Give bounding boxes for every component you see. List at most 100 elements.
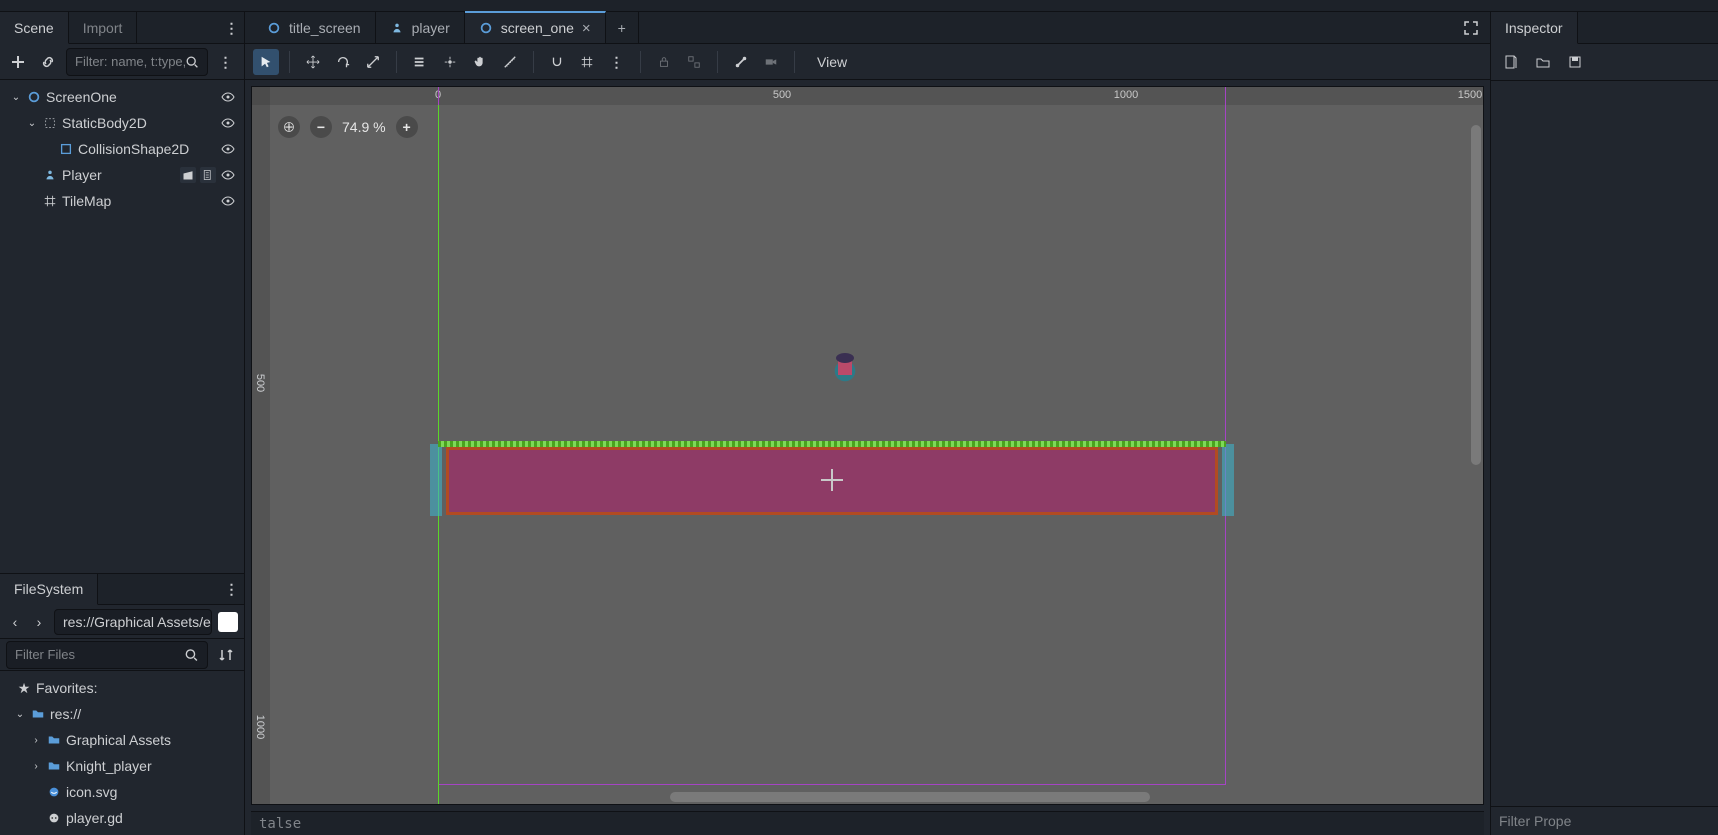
- zoom-controls: − 74.9 % +: [278, 113, 418, 141]
- fs-sort-button[interactable]: [214, 643, 238, 667]
- inspector-new-button[interactable]: [1499, 50, 1523, 74]
- filesystem-more[interactable]: ⋮: [220, 574, 244, 604]
- canvas[interactable]: − 74.9 % +: [270, 105, 1483, 804]
- zoom-out-button[interactable]: −: [310, 116, 332, 138]
- coll-icon: [58, 141, 74, 157]
- open-scenes-bar: title_screenplayerscreen_one× +: [245, 12, 1490, 44]
- fs-item[interactable]: ⌄res://: [0, 701, 244, 727]
- viewport[interactable]: 050010001500 5001000 − 74.9 % +: [251, 86, 1484, 805]
- fs-path[interactable]: res://Graphical Assets/envir: [54, 609, 212, 635]
- fs-item[interactable]: ›Graphical Assets: [0, 727, 244, 753]
- scene-tab-player[interactable]: player: [376, 12, 465, 44]
- scene-filter[interactable]: [66, 48, 208, 76]
- close-tab-button[interactable]: ×: [582, 20, 591, 37]
- rotate-tool[interactable]: [330, 49, 356, 75]
- scene-filter-input[interactable]: [75, 54, 185, 69]
- import-tab[interactable]: Import: [69, 12, 138, 43]
- inspector-filter[interactable]: Filter Prope: [1491, 806, 1718, 835]
- move-tool[interactable]: [300, 49, 326, 75]
- h-scrollbar[interactable]: [670, 792, 1150, 802]
- visibility-toggle[interactable]: [220, 193, 238, 209]
- zoom-reset-button[interactable]: [278, 116, 300, 138]
- distraction-free-button[interactable]: [1458, 15, 1484, 41]
- fs-item[interactable]: ›Knight_player: [0, 753, 244, 779]
- scene-tabs-header: Scene Import ⋮: [0, 12, 244, 44]
- scene-tree[interactable]: ⌄ScreenOne⌄StaticBody2DCollisionShape2DP…: [0, 80, 244, 573]
- fs-back-button[interactable]: ‹: [6, 611, 24, 633]
- ruler-vertical: 5001000: [252, 105, 270, 804]
- node2d-icon: [267, 21, 281, 35]
- pivot-tool[interactable]: [437, 49, 463, 75]
- origin-gizmo[interactable]: [827, 475, 837, 485]
- viewport-toolbar: ⋮ View: [245, 44, 1490, 80]
- grid-snap-toggle[interactable]: [574, 49, 600, 75]
- visibility-toggle[interactable]: [220, 115, 238, 131]
- bone-button[interactable]: [728, 49, 754, 75]
- collision-handle-left[interactable]: [430, 444, 442, 516]
- filesystem-header: FileSystem ⋮: [0, 573, 244, 605]
- pan-tool[interactable]: [467, 49, 493, 75]
- scene-tab[interactable]: Scene: [0, 12, 69, 44]
- snap-options[interactable]: ⋮: [604, 49, 630, 75]
- center-panel: title_screenplayerscreen_one× + ⋮ View: [245, 12, 1490, 835]
- zoom-level[interactable]: 74.9 %: [342, 119, 386, 135]
- scale-tool[interactable]: [360, 49, 386, 75]
- fs-filter[interactable]: [6, 641, 208, 669]
- inspector-body: [1491, 81, 1718, 806]
- visibility-toggle[interactable]: [220, 141, 238, 157]
- group-button[interactable]: [681, 49, 707, 75]
- fs-tree[interactable]: ★ Favorites: ⌄res://›Graphical Assets›Kn…: [0, 671, 244, 835]
- tree-node[interactable]: Player: [0, 162, 244, 188]
- fs-favorites[interactable]: ★ Favorites:: [0, 675, 244, 701]
- scene-tabs-more[interactable]: ⋮: [220, 12, 244, 43]
- inspector-load-button[interactable]: [1531, 50, 1555, 74]
- zoom-in-button[interactable]: +: [396, 116, 418, 138]
- tile-icon: [42, 193, 58, 209]
- clapper-badge[interactable]: [180, 167, 196, 183]
- inspector-tab[interactable]: Inspector: [1491, 12, 1578, 44]
- tree-node[interactable]: CollisionShape2D: [0, 136, 244, 162]
- tree-node[interactable]: ⌄StaticBody2D: [0, 110, 244, 136]
- add-node-button[interactable]: [6, 50, 30, 74]
- player-sprite[interactable]: [830, 351, 860, 391]
- camera-rect: [438, 86, 1226, 785]
- snap-toggle[interactable]: [544, 49, 570, 75]
- fs-item[interactable]: player.gd: [0, 805, 244, 831]
- override-camera-button[interactable]: [758, 49, 784, 75]
- svg-icon: [46, 784, 62, 800]
- add-scene-tab[interactable]: +: [606, 12, 639, 44]
- static-icon: [42, 115, 58, 131]
- inspector-panel: Inspector Filter Prope: [1490, 12, 1718, 835]
- output-console[interactable]: talse: [251, 811, 1484, 835]
- scene-toolbar-more[interactable]: ⋮: [214, 50, 238, 74]
- visibility-toggle[interactable]: [220, 167, 238, 183]
- script-badge[interactable]: [200, 167, 216, 183]
- scene-tab-screen_one[interactable]: screen_one×: [465, 11, 606, 43]
- folder-icon: [30, 706, 46, 722]
- visibility-toggle[interactable]: [220, 89, 238, 105]
- folder-icon: [46, 758, 62, 774]
- fs-filter-input[interactable]: [15, 647, 184, 662]
- top-strip: [0, 0, 1718, 12]
- tree-node[interactable]: TileMap: [0, 188, 244, 214]
- scene-icon: [42, 167, 58, 183]
- view-menu[interactable]: View: [805, 54, 859, 70]
- collision-handle-right[interactable]: [1222, 444, 1234, 516]
- fs-item[interactable]: icon.svg: [0, 779, 244, 805]
- lock-button[interactable]: [651, 49, 677, 75]
- select-tool[interactable]: [253, 49, 279, 75]
- list-select-tool[interactable]: [407, 49, 433, 75]
- link-button[interactable]: [36, 50, 60, 74]
- left-panel: Scene Import ⋮ ⋮ ⌄ScreenOne⌄StaticBody2D…: [0, 12, 245, 835]
- ruler-tool[interactable]: [497, 49, 523, 75]
- search-icon: [184, 647, 199, 663]
- scene-toolbar: ⋮: [0, 44, 244, 80]
- tree-node[interactable]: ⌄ScreenOne: [0, 84, 244, 110]
- fs-forward-button[interactable]: ›: [30, 611, 48, 633]
- inspector-save-button[interactable]: [1563, 50, 1587, 74]
- v-scrollbar[interactable]: [1471, 125, 1481, 465]
- filesystem-tab[interactable]: FileSystem: [0, 574, 98, 605]
- gd-icon: [46, 810, 62, 826]
- scene-tab-title_screen[interactable]: title_screen: [253, 12, 376, 44]
- scene-icon: [390, 21, 404, 35]
